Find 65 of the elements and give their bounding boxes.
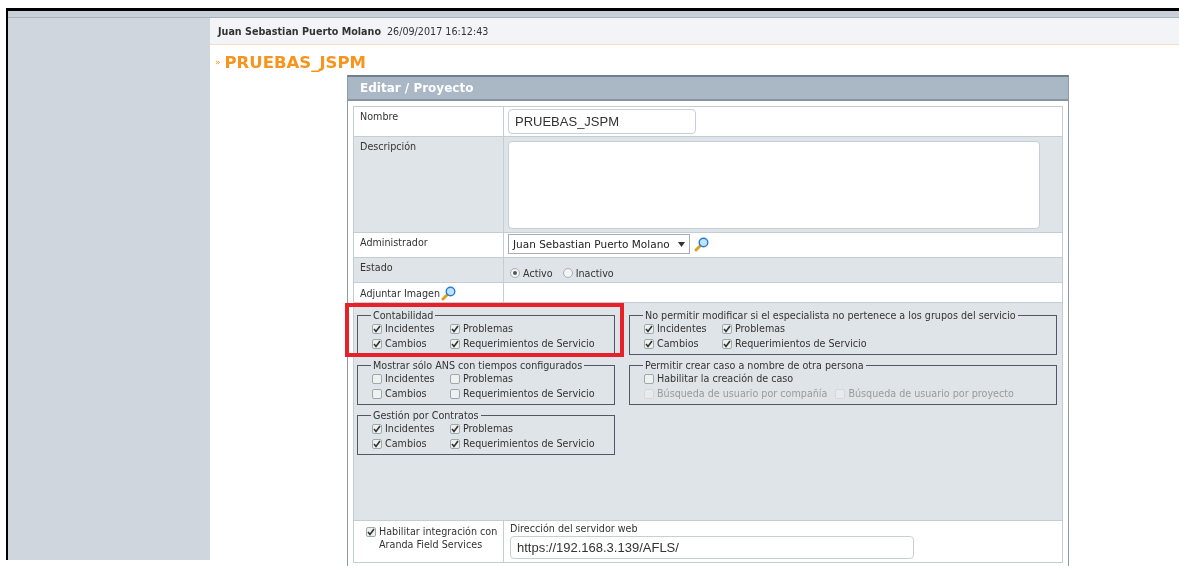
field-label: Nombre	[354, 107, 504, 136]
checkbox[interactable]	[722, 338, 732, 349]
checkbox[interactable]	[372, 373, 382, 384]
checkbox-label: Incidentes	[385, 423, 435, 434]
group-legend: Gestión por Contratos	[371, 410, 481, 421]
checkbox-label: Requerimientos de Servicio	[735, 338, 867, 349]
checkbox[interactable]	[450, 438, 460, 449]
bullet-marker: »	[215, 57, 221, 67]
checkbox-label: Cambios	[385, 388, 427, 399]
checkbox-label: Cambios	[385, 338, 427, 349]
search-icon[interactable]	[693, 236, 709, 252]
checkbox-label: Incidentes	[657, 323, 707, 334]
checkbox-label: Problemas	[735, 323, 786, 334]
checkbox-label: Incidentes	[385, 373, 435, 384]
radio-button[interactable]	[510, 268, 520, 278]
checkbox[interactable]	[366, 527, 376, 537]
checkbox[interactable]	[722, 323, 732, 334]
group-legend: Mostrar sólo ANS con tiempos configurados	[371, 360, 585, 371]
checkbox[interactable]	[450, 423, 460, 434]
radio-button[interactable]	[562, 268, 573, 278]
field-label: Estado	[354, 258, 504, 282]
group-legend: Contabilidad	[371, 310, 436, 321]
checkbox-label: Problemas	[463, 323, 514, 334]
checkbox[interactable]	[372, 338, 382, 349]
checkbox-label: Requerimientos de Servicio	[463, 438, 595, 449]
dropdown[interactable]: Juan Sebastian Puerto Molano	[508, 234, 690, 254]
name-field[interactable]: PRUEBAS_JSPM	[508, 109, 696, 134]
caret-icon	[677, 241, 685, 247]
description-field[interactable]	[508, 141, 1040, 229]
checkbox[interactable]	[450, 388, 460, 399]
checkbox-label: Incidentes	[385, 323, 435, 334]
server-url-field[interactable]: https://192.168.3.139/AFLS/	[510, 536, 914, 559]
checkbox-label: Cambios	[385, 438, 427, 449]
checkbox[interactable]	[372, 423, 382, 434]
dialog-title: Editar / Proyecto	[348, 77, 1068, 101]
checkbox[interactable]	[450, 323, 460, 334]
checkbox-label: Habilitar la creación de caso	[657, 373, 794, 384]
field-label: Dirección del servidor web	[510, 523, 639, 534]
checkbox-label: Problemas	[463, 423, 514, 434]
checkbox-label: Problemas	[463, 373, 514, 384]
radio-label: Inactivo	[575, 267, 614, 279]
checkbox[interactable]	[450, 338, 460, 349]
radio-label: Activo	[523, 267, 553, 279]
group-legend: Permitir crear caso a nombre de otra persona	[643, 360, 866, 371]
checkbox[interactable]	[644, 323, 654, 334]
timestamp: 26/09/2017 16:12:43	[386, 25, 489, 37]
checkbox-label: Requerimientos de Servicio	[463, 338, 595, 349]
checkbox-label: Búsqueda de usuario por compañía	[657, 388, 828, 399]
checkbox-label: Habilitar integración con Aranda Field Services	[379, 525, 499, 551]
checkbox[interactable]	[450, 373, 460, 384]
checkbox-label: Búsqueda de usuario por proyecto	[848, 388, 1014, 399]
checkbox[interactable]	[644, 373, 654, 384]
user-name: Juan Sebastian Puerto Molano	[218, 25, 381, 37]
field-label: Descripción	[354, 137, 504, 232]
search-icon[interactable]	[441, 286, 457, 301]
field-label: Administrador	[354, 233, 504, 257]
checkbox[interactable]	[372, 438, 382, 449]
group-legend: No permitir modificar si el especialista no pertenece a los grupos del servicio	[643, 310, 1018, 321]
checkbox[interactable]	[644, 338, 654, 349]
page-title: PRUEBAS_JSPM	[224, 52, 366, 72]
checkbox-label: Requerimientos de Servicio	[463, 388, 595, 399]
checkbox-label: Cambios	[657, 338, 699, 349]
checkbox[interactable]	[372, 388, 382, 399]
checkbox[interactable]	[372, 323, 382, 334]
field-label: Adjuntar Imagen	[360, 288, 441, 299]
